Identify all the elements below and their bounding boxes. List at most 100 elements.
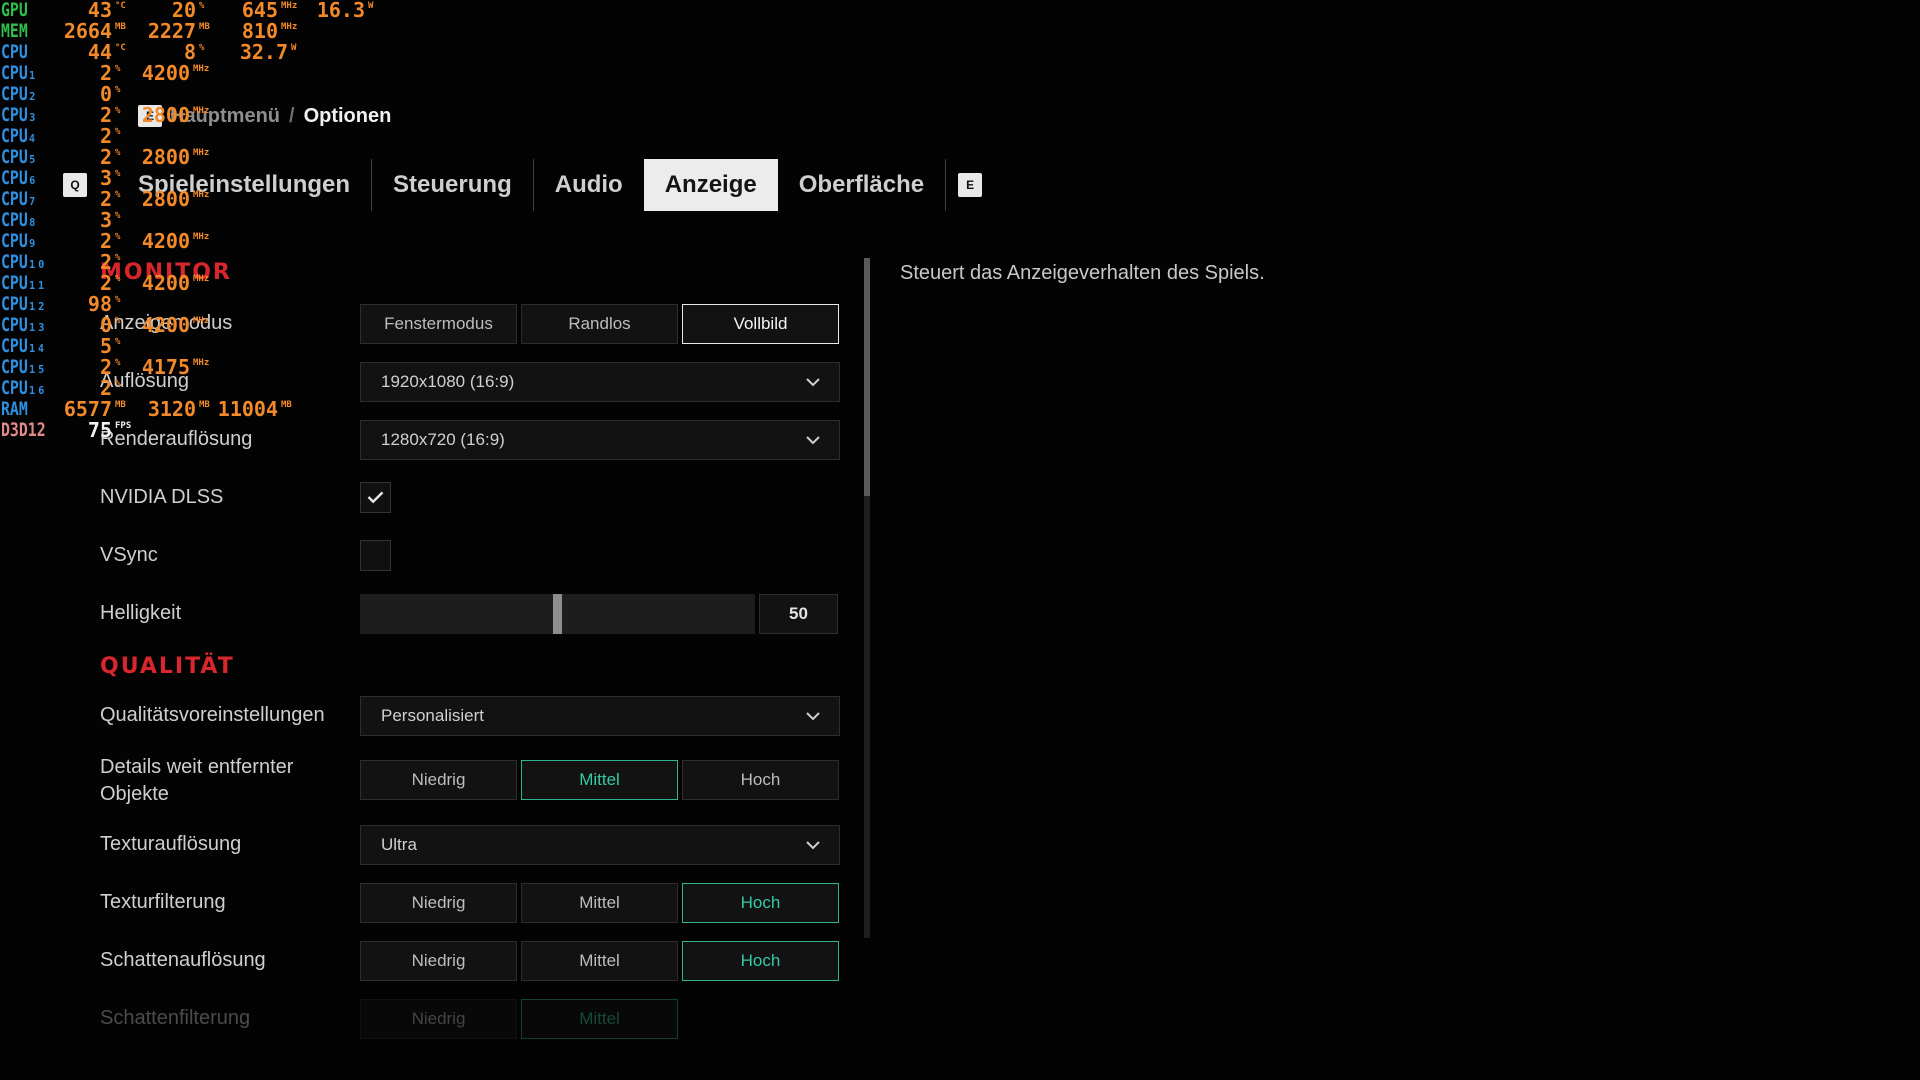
section-title-quality: QUALITÄT — [100, 654, 235, 679]
osd-value: 2 — [99, 187, 112, 211]
osd-unit: MHz — [193, 64, 210, 74]
setting-description: Steuert das Anzeigeverhalten des Spiels. — [900, 262, 1265, 284]
render-resolution-dropdown[interactable]: 1280x720 (16:9) — [360, 420, 840, 460]
osd-value: 2 — [99, 250, 112, 274]
osd-value: 0 — [99, 82, 112, 106]
chevron-down-icon — [806, 712, 820, 721]
osd-unit: % — [115, 85, 121, 95]
osd-unit: MHz — [193, 148, 210, 158]
osd-unit: MHz — [193, 274, 210, 284]
option-randlos[interactable]: Randlos — [521, 304, 678, 344]
osd-unit: MHz — [193, 232, 210, 242]
brightness-value[interactable]: 50 — [759, 594, 838, 634]
osd-unit: % — [115, 253, 121, 263]
vsync-checkbox[interactable] — [360, 540, 391, 571]
osd-value: 4200 — [141, 61, 190, 85]
osd-unit: MHz — [193, 106, 210, 116]
osd-value: 4200 — [141, 313, 190, 337]
option-niedrig[interactable]: Niedrig — [360, 941, 517, 981]
shadow-resolution-selector: Niedrig Mittel Hoch — [360, 941, 839, 981]
osd-unit: MHz — [193, 316, 210, 326]
option-fenstermodus[interactable]: Fenstermodus — [360, 304, 517, 344]
osd-value: 2 — [99, 145, 112, 169]
osd-value: 2800 — [141, 187, 190, 211]
setting-label: Schattenfilterung — [100, 1007, 251, 1029]
osd-value: 2800 — [141, 103, 190, 127]
osd-label: RAM — [1, 398, 28, 420]
display-mode-selector: Fenstermodus Randlos Vollbild — [360, 304, 839, 344]
osd-value: 98 — [87, 292, 112, 316]
checkmark-icon — [367, 491, 384, 504]
texture-resolution-dropdown[interactable]: Ultra — [360, 825, 840, 865]
setting-label: NVIDIA DLSS — [100, 486, 224, 508]
osd-value: 3 — [99, 166, 112, 190]
osd-value: 2 — [99, 355, 112, 379]
option-mittel[interactable]: Mittel — [521, 760, 678, 800]
osd-label: CPU — [1, 41, 28, 63]
option-niedrig[interactable]: Niedrig — [360, 760, 517, 800]
scrollbar[interactable] — [864, 258, 870, 938]
dropdown-value: Personalisiert — [381, 706, 484, 725]
option-mittel[interactable]: Mittel — [521, 883, 678, 923]
dropdown-value: Ultra — [381, 835, 417, 854]
texture-filtering-selector: Niedrig Mittel Hoch — [360, 883, 839, 923]
osd-value: 2 — [99, 376, 112, 400]
option-niedrig[interactable]: Niedrig — [360, 883, 517, 923]
option-mittel[interactable]: Mittel — [521, 941, 678, 981]
setting-label: Texturauflösung — [100, 833, 242, 855]
osd-value: 0 — [99, 313, 112, 337]
setting-label: Helligkeit — [100, 602, 182, 624]
osd-value: 2 — [99, 271, 112, 295]
osd-value: 6577 — [63, 397, 112, 421]
option-hoch[interactable]: Hoch — [682, 760, 839, 800]
dropdown-value: 1280x720 (16:9) — [381, 430, 505, 449]
osd-value: 20 — [171, 0, 196, 22]
far-object-detail-selector: Niedrig Mittel Hoch — [360, 760, 839, 800]
osd-value: 8 — [183, 40, 196, 64]
option-hoch[interactable]: Hoch — [682, 941, 839, 981]
osd-value: 2 — [99, 103, 112, 127]
osd-unit: W — [291, 43, 297, 53]
option-vollbild[interactable]: Vollbild — [682, 304, 839, 344]
option-mittel[interactable]: Mittel — [521, 999, 678, 1039]
shadow-filtering-selector: Niedrig Mittel — [360, 999, 678, 1039]
osd-value: 75 — [87, 418, 112, 442]
chevron-down-icon — [806, 841, 820, 850]
osd-value: 3120 — [147, 397, 196, 421]
osd-value: 645 — [241, 0, 278, 22]
osd-value: 32.7 — [239, 40, 288, 64]
brightness-slider[interactable] — [360, 594, 755, 634]
tab-divider — [945, 159, 947, 211]
resolution-dropdown[interactable]: 1920x1080 (16:9) — [360, 362, 840, 402]
osd-unit: MHz — [193, 190, 210, 200]
osd-value: 3 — [99, 208, 112, 232]
osd-label: MEM — [1, 20, 28, 42]
slider-handle[interactable] — [553, 594, 562, 634]
next-tab-key-hint[interactable]: E — [958, 173, 983, 197]
dlss-checkbox[interactable] — [360, 482, 391, 513]
osd-value: 4175 — [141, 355, 190, 379]
osd-value: 2800 — [141, 145, 190, 169]
osd-value: 4200 — [141, 229, 190, 253]
option-hoch[interactable]: Hoch — [682, 883, 839, 923]
quality-preset-dropdown[interactable]: Personalisiert — [360, 696, 840, 736]
osd-unit: % — [115, 295, 121, 305]
osd-value: 2227 — [147, 19, 196, 43]
osd-unit: W — [368, 1, 374, 11]
osd-unit: % — [115, 337, 121, 347]
osd-value: 2 — [99, 61, 112, 85]
osd-unit: MHz — [281, 22, 298, 32]
option-niedrig[interactable]: Niedrig — [360, 999, 517, 1039]
setting-label: Schattenauflösung — [100, 949, 266, 971]
scrollbar-thumb[interactable] — [864, 258, 870, 496]
chevron-down-icon — [806, 436, 820, 445]
setting-label: VSync — [100, 544, 158, 566]
osd-value: 2664 — [63, 19, 112, 43]
osd-value: 43 — [87, 0, 112, 22]
osd-unit: % — [115, 127, 121, 137]
osd-value: 4200 — [141, 271, 190, 295]
osd-value: 5 — [99, 334, 112, 358]
osd-unit: % — [199, 43, 205, 53]
osd-unit: % — [115, 211, 121, 221]
osd-value: 11004 — [217, 397, 278, 421]
